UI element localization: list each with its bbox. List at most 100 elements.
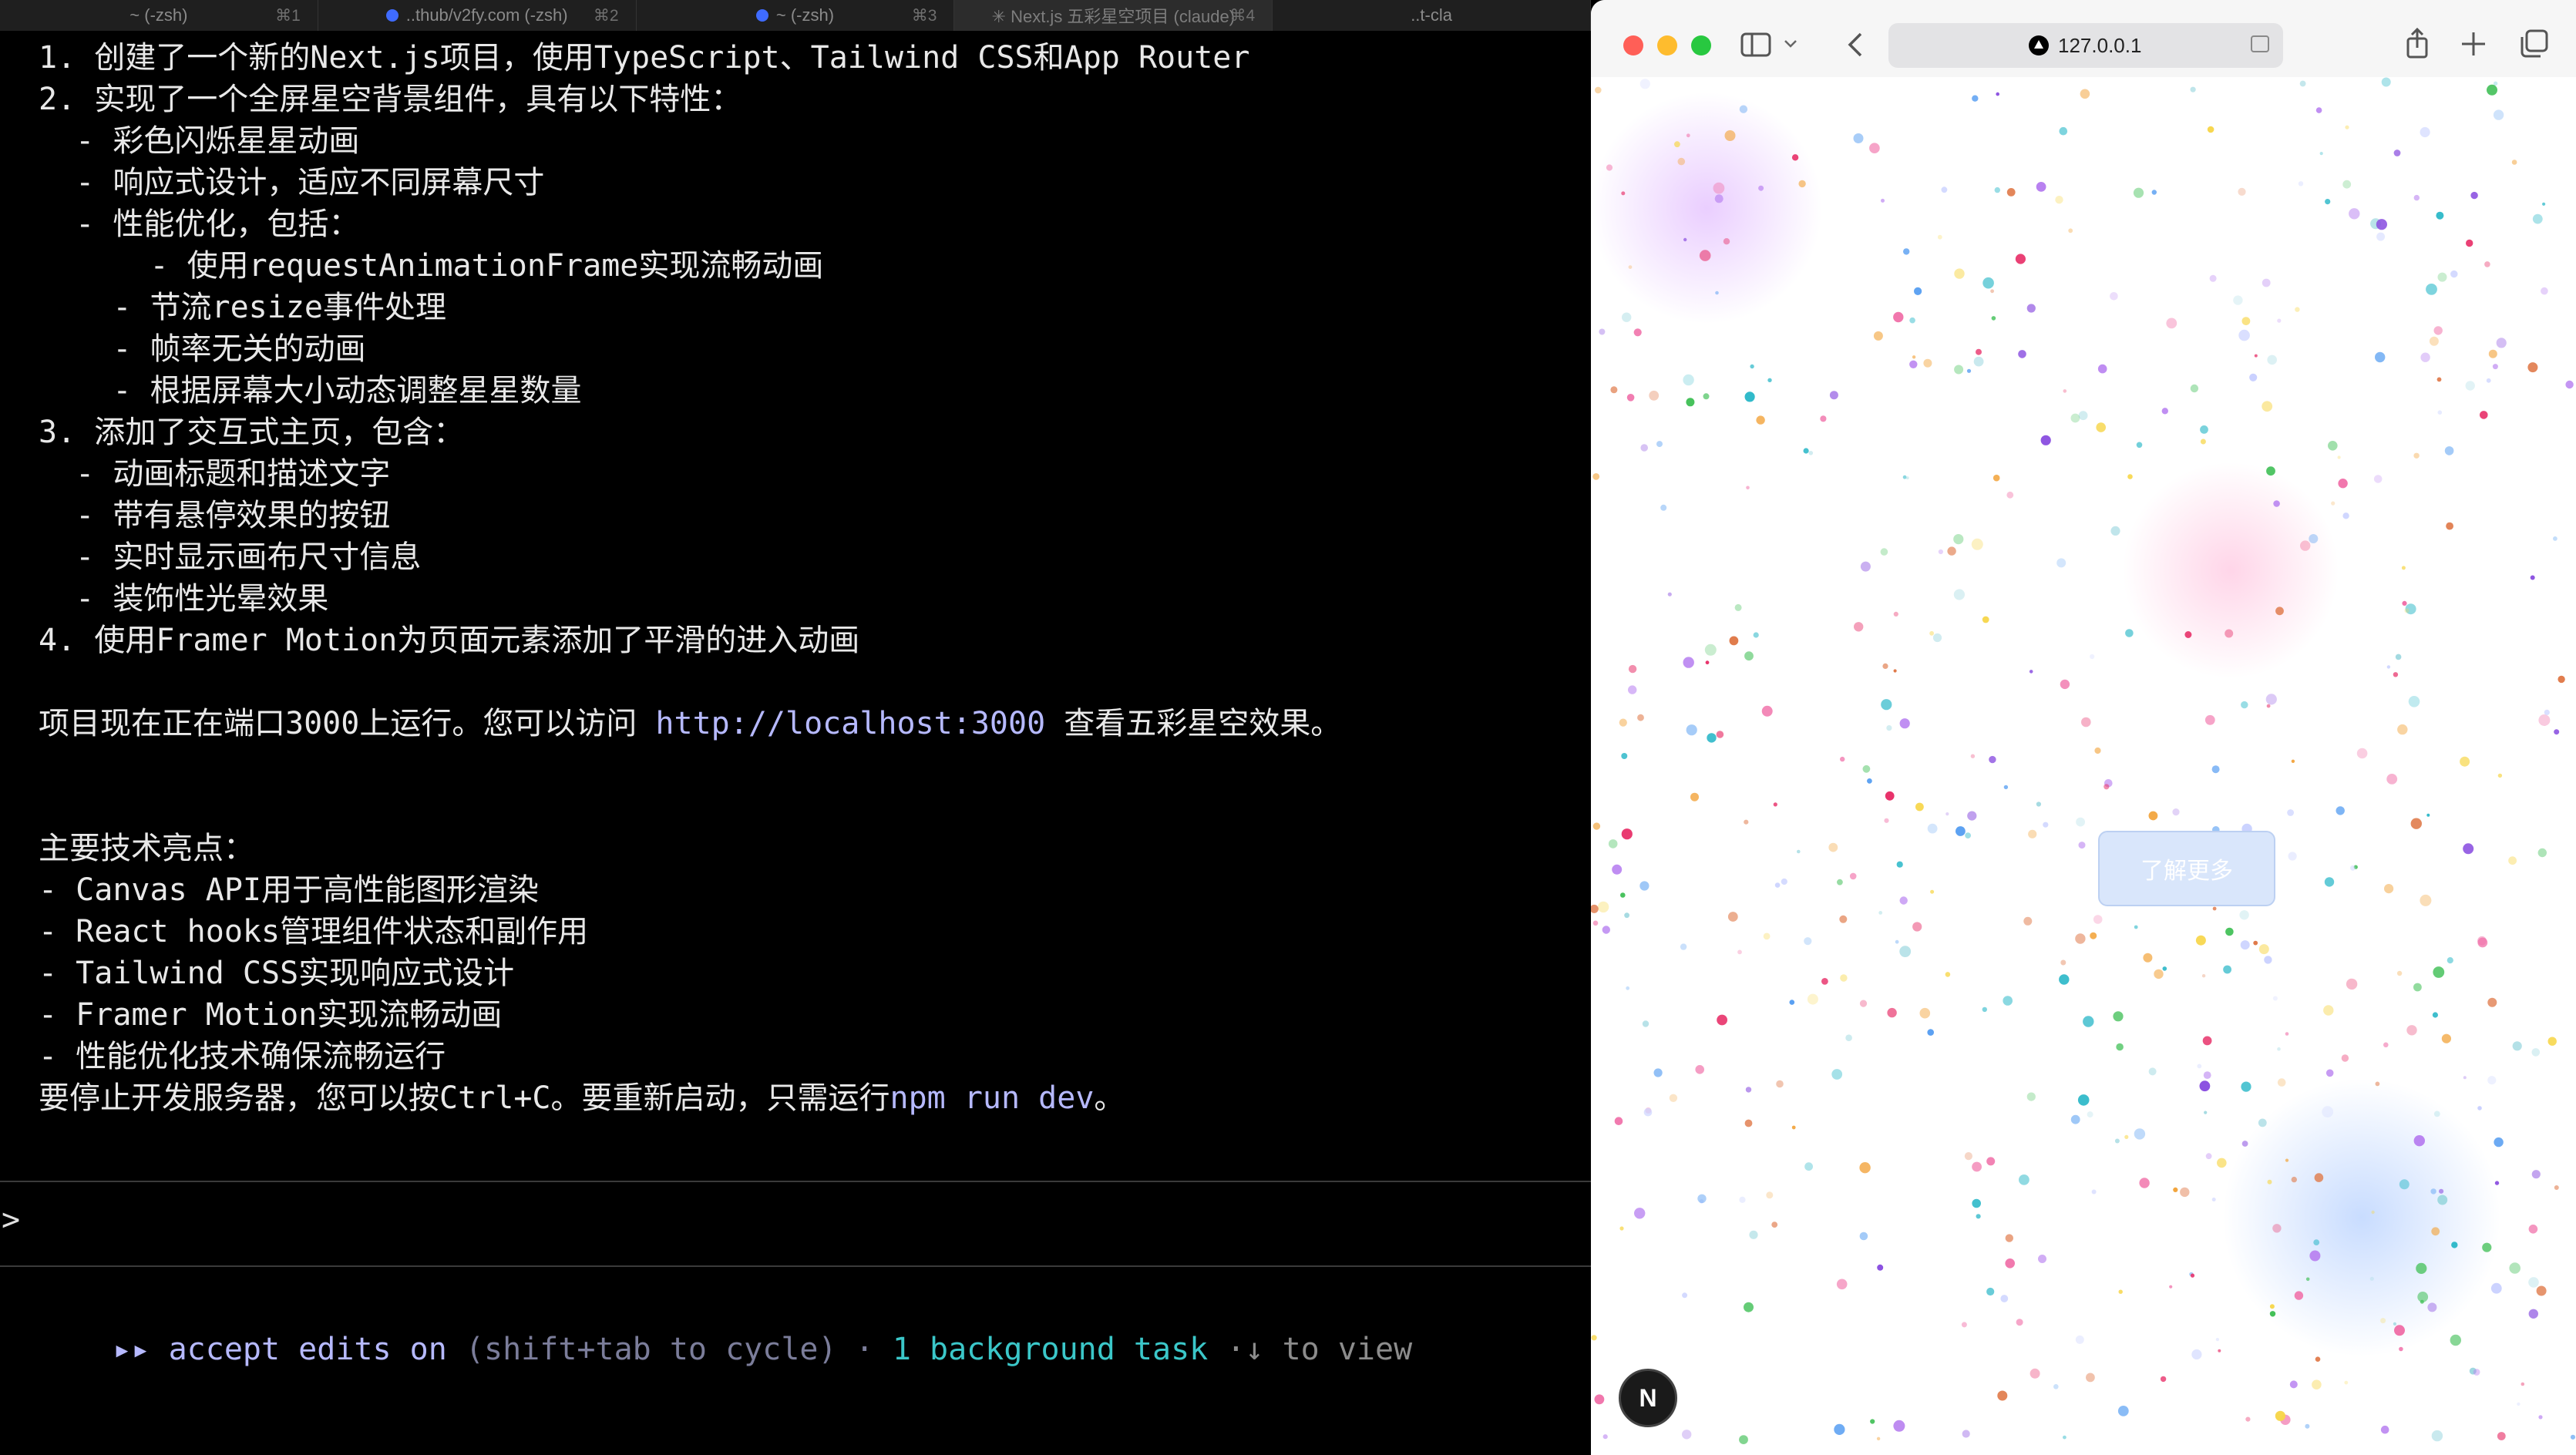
star — [1964, 1152, 1972, 1161]
star — [2542, 202, 2546, 206]
learn-more-button[interactable]: 了解更多 — [2098, 831, 2275, 906]
star — [2205, 1153, 2212, 1160]
terminal-tab-3[interactable]: ~ (-zsh) ⌘3 — [637, 0, 955, 31]
terminal-tab-4[interactable]: ✳ Next.js 五彩星空项目 (claude) ⌘4 — [954, 0, 1273, 31]
star — [1767, 378, 1772, 382]
star — [2517, 1402, 2521, 1406]
star — [1744, 651, 1754, 661]
star — [1860, 561, 1871, 572]
star — [2350, 865, 2356, 871]
star — [2191, 1349, 2202, 1360]
star — [2399, 1346, 2403, 1352]
star — [2166, 318, 2177, 329]
star — [1791, 1125, 1796, 1130]
browser-window: 127.0.0.1 了解更多 N — [1591, 0, 2576, 1455]
star — [2396, 970, 2403, 976]
sidebar-icon[interactable] — [1740, 32, 1771, 57]
zoom-window-button[interactable] — [1691, 35, 1711, 55]
terminal-tab-1[interactable]: ~ (-zsh) ⌘1 — [0, 0, 318, 31]
star — [1628, 685, 1637, 694]
star — [1682, 1430, 1692, 1440]
accept-edits-label: accept edits on — [168, 1332, 447, 1367]
star — [2036, 182, 2046, 192]
back-arrow-icon[interactable] — [1845, 31, 1864, 59]
star — [2315, 1356, 2321, 1362]
nextjs-dev-badge[interactable]: N — [1619, 1369, 1677, 1427]
star — [1639, 79, 1650, 89]
star — [2383, 1042, 2389, 1048]
reader-icon[interactable] — [2251, 35, 2269, 52]
star — [1789, 1000, 1795, 1005]
star — [2143, 953, 2153, 963]
star — [2480, 411, 2488, 419]
tab-shortcut: ⌘1 — [275, 6, 301, 25]
star — [2241, 317, 2251, 325]
localhost-link[interactable]: http://localhost:3000 — [655, 706, 1045, 741]
star — [2275, 1410, 2285, 1421]
address-bar[interactable]: 127.0.0.1 — [1888, 23, 2283, 68]
star — [2393, 1322, 2396, 1326]
star — [2267, 1179, 2272, 1184]
star — [2509, 1262, 2521, 1274]
star — [1887, 1007, 1897, 1018]
terminal-tab-2[interactable]: ..thub/v2fy.com (-zsh) ⌘2 — [318, 0, 637, 31]
star — [2030, 1368, 2040, 1379]
star — [2494, 1181, 2500, 1185]
star — [1876, 1437, 1881, 1441]
share-icon[interactable] — [2405, 28, 2430, 59]
star — [1932, 633, 1942, 643]
star — [2521, 1382, 2525, 1386]
chevron-down-icon[interactable] — [1784, 39, 1797, 49]
star — [2127, 474, 2133, 479]
star — [1622, 312, 1632, 322]
star — [2426, 284, 2437, 295]
star — [2528, 1309, 2538, 1319]
star — [1884, 818, 1889, 823]
star — [1912, 355, 1916, 359]
star — [2373, 475, 2383, 483]
star — [2380, 1425, 2389, 1434]
star — [2432, 1012, 2438, 1018]
star — [2063, 389, 2067, 393]
star — [1594, 1394, 1605, 1405]
star — [2209, 274, 2217, 282]
star — [2482, 1242, 2492, 1252]
output-line: 2. 实现了一个全屏星空背景组件，具有以下特性： — [39, 82, 742, 117]
star — [1807, 993, 1818, 1005]
star — [2059, 974, 2070, 985]
star — [2000, 1295, 2009, 1302]
star — [2238, 329, 2250, 341]
star — [2536, 1285, 2547, 1296]
star — [2413, 194, 2420, 201]
terminal-tab-5[interactable]: ..t-cla — [1273, 0, 1591, 31]
plus-icon[interactable] — [2460, 31, 2487, 57]
star — [1592, 473, 1600, 480]
star — [1643, 1107, 1653, 1117]
star — [2465, 381, 2475, 391]
star — [1941, 186, 1948, 193]
star — [1624, 912, 1629, 919]
star — [2151, 190, 2157, 195]
star — [2437, 1195, 2448, 1205]
star — [1750, 364, 1754, 369]
close-window-button[interactable] — [1623, 35, 1643, 55]
star — [2090, 932, 2097, 939]
star — [2114, 1138, 2120, 1144]
star — [2477, 937, 2488, 948]
minimize-window-button[interactable] — [1657, 35, 1677, 55]
star — [2433, 326, 2443, 335]
star — [1930, 889, 1935, 894]
star — [1915, 802, 1924, 812]
background-task-label[interactable]: 1 background task — [893, 1332, 1208, 1367]
prompt-input[interactable]: > — [0, 1202, 1591, 1245]
star — [1989, 755, 1996, 764]
star — [2029, 670, 2033, 674]
tab-overview-icon[interactable] — [2519, 29, 2548, 59]
terminal-window[interactable]: 1. 创建了一个新的Next.js项目，使用TypeScript、Tailwin… — [0, 31, 1591, 1455]
star — [1705, 660, 1710, 665]
star — [1803, 448, 1809, 454]
star — [2160, 1376, 2167, 1383]
star — [2018, 350, 2026, 358]
